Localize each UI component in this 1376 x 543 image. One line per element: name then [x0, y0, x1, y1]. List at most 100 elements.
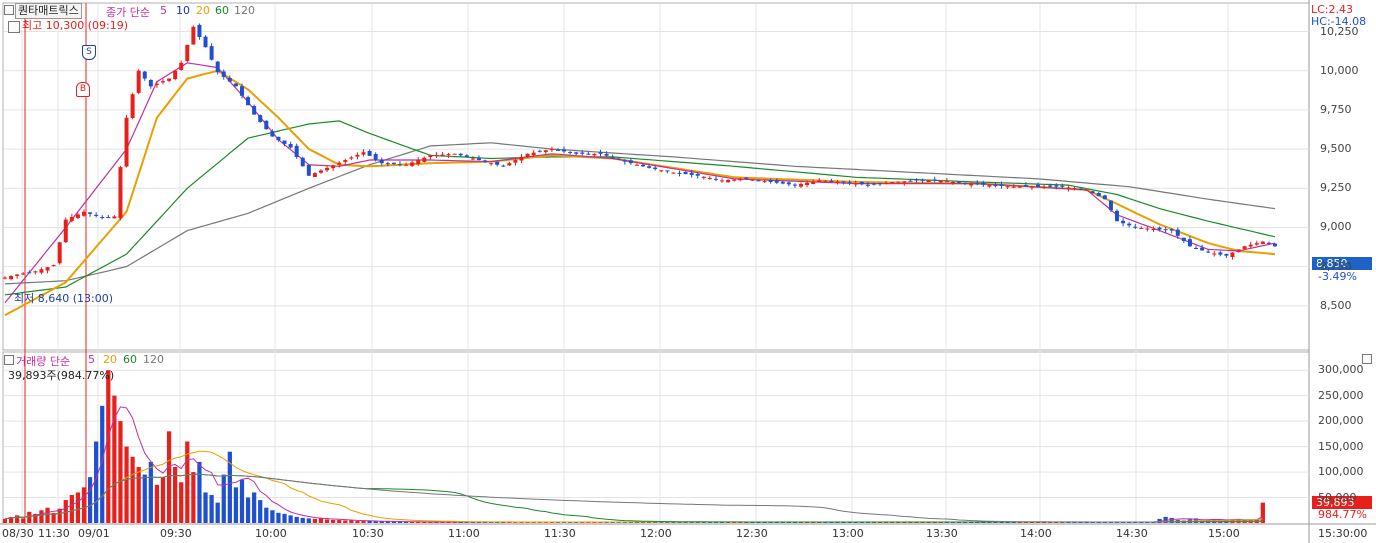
buy-marker[interactable]: B	[76, 82, 90, 97]
candle-body	[1139, 227, 1144, 229]
square-icon[interactable]	[1362, 354, 1372, 364]
volume-bar	[324, 519, 330, 523]
candle-body	[1072, 188, 1077, 190]
vol-ma120-label: 120	[143, 353, 164, 366]
candle-body	[337, 162, 342, 165]
volume-bar	[179, 482, 184, 523]
candle-body	[136, 70, 141, 93]
candle-body	[416, 160, 421, 165]
candle-body	[124, 117, 129, 167]
candle-body	[428, 155, 433, 158]
volume-bar	[264, 507, 269, 523]
candle-body	[568, 152, 573, 154]
candle-body	[549, 149, 554, 151]
candle-body	[57, 242, 62, 264]
candle-body	[975, 183, 980, 185]
candle-body	[555, 149, 560, 151]
volume-bar	[233, 487, 239, 523]
candle-body	[750, 179, 755, 181]
candle-body	[1248, 244, 1253, 247]
candle-body	[701, 176, 706, 178]
candle-body	[634, 164, 639, 166]
candle-body	[118, 167, 123, 219]
candle-body	[1127, 223, 1132, 226]
candle-body	[713, 178, 718, 180]
candle-body	[331, 165, 336, 169]
candle-body	[1157, 227, 1162, 230]
candle-body	[932, 179, 937, 181]
candle-body	[203, 36, 208, 48]
low-annotation: 최저 8,640 (13:00)	[14, 292, 114, 305]
volume-bar	[166, 431, 172, 523]
square-icon[interactable]	[4, 355, 14, 365]
candle-body	[671, 172, 676, 174]
candle-body	[343, 160, 348, 162]
candle-body	[1005, 186, 1010, 188]
candle-body	[1212, 253, 1217, 255]
candle-body	[1145, 228, 1150, 230]
stock-chart[interactable]	[0, 0, 1376, 543]
volume-bar	[343, 520, 348, 523]
candle-body	[94, 214, 99, 216]
candle-body	[938, 180, 943, 183]
volume-bar	[318, 518, 324, 523]
volume-bar	[160, 477, 166, 523]
candle-body	[537, 150, 542, 152]
candle-body	[15, 274, 20, 277]
volume-bar	[39, 510, 44, 523]
candle-body	[799, 183, 804, 187]
candle-body	[1115, 210, 1120, 222]
candle-body	[987, 185, 992, 187]
sell-marker[interactable]: S	[82, 45, 96, 60]
volume-tick-label: 50,000	[1318, 490, 1357, 504]
candle-body	[926, 180, 931, 183]
candle-body	[112, 216, 117, 219]
candle-body	[75, 214, 80, 219]
candle-body	[829, 181, 834, 183]
candle-body	[914, 179, 919, 181]
candle-body	[1096, 193, 1101, 197]
volume-bar	[75, 492, 81, 523]
volume-bar	[270, 510, 275, 523]
candle-body	[422, 157, 427, 162]
grid-icon[interactable]	[8, 21, 20, 33]
candle-body	[27, 272, 32, 274]
volume-bar	[148, 461, 153, 523]
candle-body	[665, 170, 670, 172]
candle-body	[1175, 229, 1180, 236]
high-annotation: 최고 10,300 (09:19)	[22, 19, 129, 32]
volume-tick-label: 100,000	[1318, 465, 1364, 479]
candle-body	[641, 164, 646, 167]
candle-body	[519, 156, 524, 161]
candle-body	[774, 180, 779, 183]
candle-body	[1163, 229, 1168, 231]
candle-body	[902, 181, 907, 183]
time-tick-label: 12:30	[736, 527, 768, 540]
volume-bar	[197, 461, 202, 523]
candle-body	[1273, 243, 1277, 247]
candle-body	[1048, 185, 1053, 187]
candle-body	[349, 157, 354, 159]
candle-body	[476, 158, 481, 161]
ma5-label: 5	[160, 4, 167, 17]
candle-body	[993, 185, 998, 187]
volume-bar	[191, 472, 196, 523]
candle-body	[470, 158, 475, 160]
candle-body	[221, 71, 226, 77]
volume-bar	[69, 494, 74, 523]
candle-body	[179, 62, 184, 70]
volume-bar	[215, 502, 220, 523]
candle-body	[920, 179, 925, 181]
volume-bar	[221, 474, 226, 523]
candle-body	[312, 173, 317, 177]
candle-body	[458, 153, 463, 156]
candle-body	[270, 131, 275, 137]
candle-body	[1194, 247, 1199, 249]
volume-bar	[306, 518, 311, 523]
square-icon[interactable]	[4, 5, 14, 15]
candle-body	[890, 181, 895, 183]
volume-bar	[252, 492, 257, 523]
candle-body	[404, 164, 409, 166]
candle-body	[148, 79, 153, 87]
candle-body	[853, 183, 858, 185]
